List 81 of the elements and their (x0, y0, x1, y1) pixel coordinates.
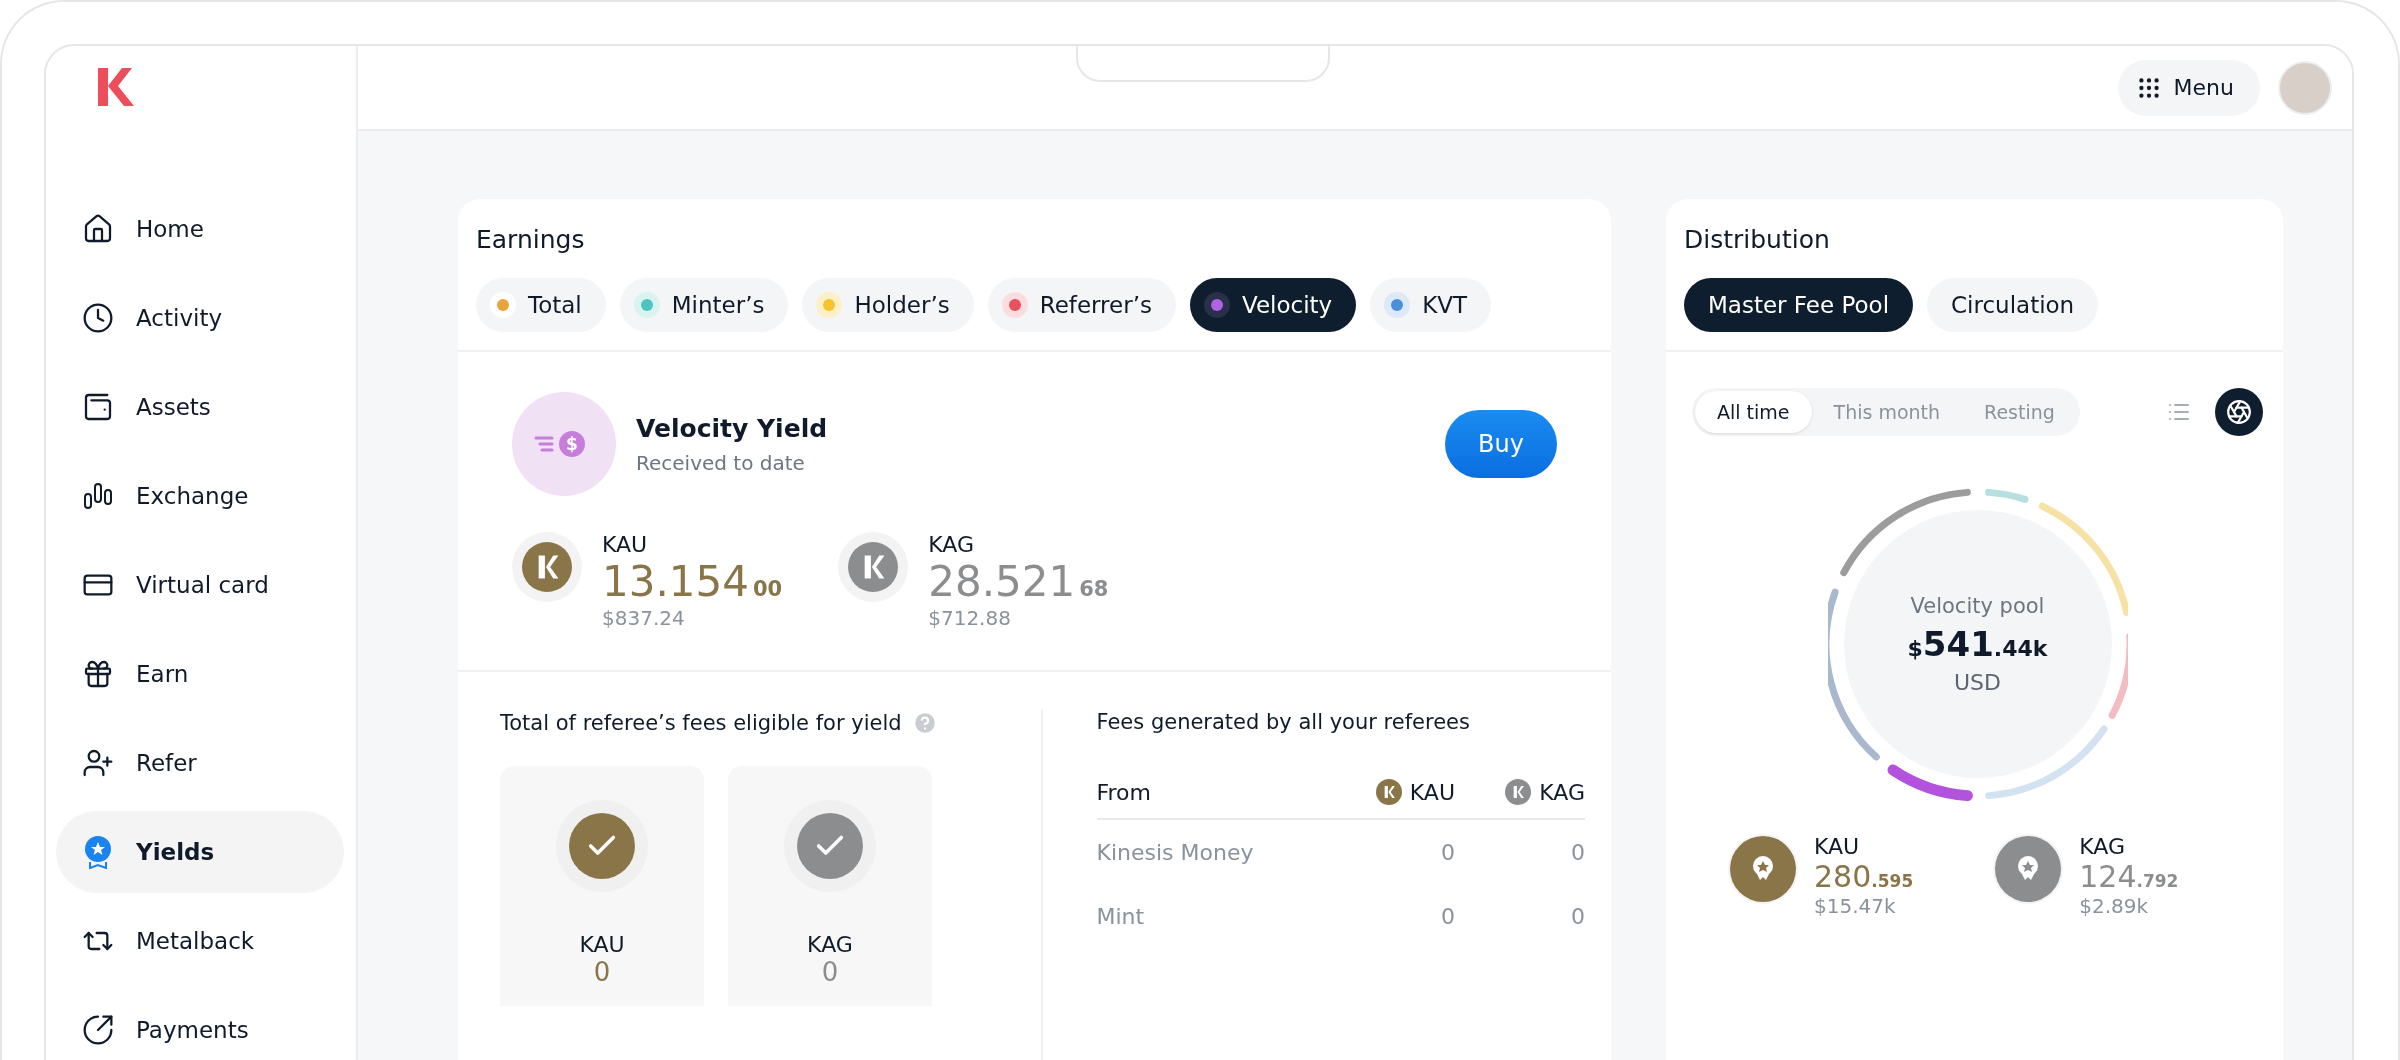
coin-logo-icon (1505, 779, 1532, 805)
category-icon (633, 292, 660, 318)
card-title: Distribution (1684, 225, 1831, 254)
distribution-tab[interactable]: Circulation (1927, 278, 2099, 332)
asset-decimals: 68 (1079, 577, 1109, 601)
avatar[interactable] (2278, 60, 2332, 115)
column-header: From (1096, 779, 1151, 805)
bars-icon (82, 480, 114, 512)
asset-symbol: KAU (1814, 834, 1861, 859)
column-header: KAG (1539, 779, 1585, 805)
category-icon (1001, 292, 1028, 318)
period-option[interactable]: All time (1695, 391, 1812, 433)
earnings-tab[interactable]: Minter’s (619, 278, 789, 332)
asset-usd-value: $2.89k (2079, 894, 2150, 918)
distribution-tab[interactable]: Master Fee Pool (1684, 278, 1914, 332)
table-cell-text: Mint (1096, 903, 1146, 929)
sidebar-item[interactable]: Yields (56, 811, 344, 893)
category-icon (1203, 292, 1230, 318)
arrow-circle-icon (82, 1014, 114, 1046)
asset-decimals: .595 (1871, 871, 1914, 891)
pool-value: $541.44k (1907, 623, 2048, 664)
home-icon (82, 213, 114, 245)
column-header: KAU (1409, 779, 1455, 805)
sidebar-item[interactable]: Assets (56, 366, 344, 448)
coin-logo-icon (522, 542, 572, 592)
asset-amount: 28.521 (928, 557, 1076, 606)
card-title: Earnings (476, 225, 586, 254)
sidebar-item[interactable]: Exchange (56, 455, 344, 537)
asset-symbol: KAU (602, 532, 649, 557)
coin-logo-icon (848, 542, 899, 592)
asset-decimals: .792 (2136, 871, 2179, 891)
coin-logo-icon (1375, 779, 1402, 805)
pool-label: Velocity pool (1910, 593, 2045, 618)
fee-symbol: KAG (807, 932, 853, 957)
asset-decimals: 00 (752, 577, 783, 601)
earnings-tab[interactable]: Holder’s (802, 278, 974, 332)
fee-value: 0 (593, 957, 611, 987)
table-cell-text: 0 (1440, 903, 1455, 929)
earnings-tab[interactable]: KVT (1370, 278, 1492, 332)
section-title: Fees generated by all your referees (1096, 710, 1470, 734)
table-cell-text: 0 (1570, 839, 1585, 865)
table-cell-text: 0 (1570, 903, 1585, 929)
gift-icon (82, 658, 114, 690)
asset-symbol: KAG (928, 532, 975, 557)
yield-title: Velocity Yield (636, 413, 828, 443)
asset-amount: 280 (1814, 859, 1872, 894)
earnings-tab[interactable]: Velocity (1189, 278, 1357, 332)
sidebar-item[interactable]: Virtual card (56, 544, 344, 626)
aperture-icon (2226, 399, 2252, 425)
fee-value: 0 (821, 957, 839, 987)
wallet-icon (82, 391, 114, 423)
sidebar-item[interactable]: Activity (56, 277, 344, 359)
earnings-tab[interactable]: Referrer’s (987, 278, 1176, 332)
menu-button[interactable]: Menu (2117, 59, 2260, 116)
category-icon (490, 292, 516, 318)
asset-symbol: KAG (2079, 834, 2126, 859)
pool-currency: USD (1954, 669, 2001, 695)
asset-amount: 124 (2079, 859, 2137, 894)
sidebar-item[interactable]: Payments (56, 989, 344, 1060)
dollar-speed-icon: $ (512, 392, 616, 496)
earnings-tab[interactable]: Total (476, 278, 606, 332)
sidebar-item[interactable]: Refer (56, 722, 344, 804)
user-plus-icon (82, 747, 114, 779)
table-cell-text: Kinesis Money (1096, 839, 1255, 865)
section-title: Total of referee’s fees eligible for yield (500, 711, 902, 735)
asset-amount: 13.154 (602, 557, 749, 606)
table-cell-text: 0 (1440, 839, 1455, 865)
sidebar-item[interactable]: Earn (56, 633, 344, 715)
sidebar-item[interactable]: Home (56, 188, 344, 270)
fee-symbol: KAU (579, 932, 625, 957)
asset-usd-value: $712.88 (928, 606, 1012, 630)
yield-subtitle: Received to date (636, 450, 806, 475)
asset-usd-value: $15.47k (1814, 894, 1897, 918)
clock-icon (82, 302, 114, 334)
award-icon (82, 835, 114, 869)
sidebar-item[interactable]: Metalback (56, 900, 344, 982)
asset-usd-value: $837.24 (602, 606, 686, 630)
chart-view-button[interactable] (2215, 388, 2263, 436)
category-icon (1384, 292, 1411, 318)
buy-button[interactable]: Buy (1445, 410, 1557, 478)
category-icon (816, 292, 843, 318)
